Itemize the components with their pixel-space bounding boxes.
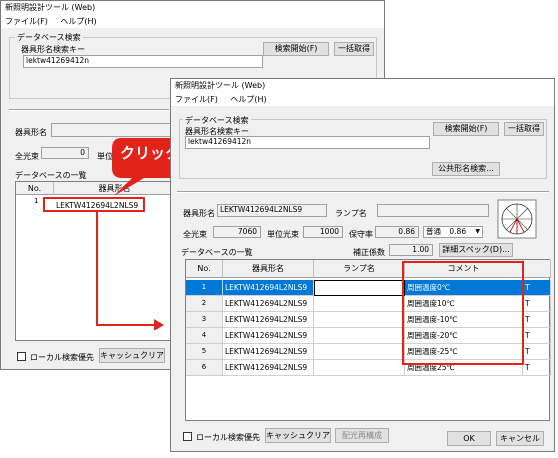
row-fixture-name[interactable]: LEKTW412694L2NLS9 <box>223 312 314 328</box>
front-col-name: 器具形名 <box>223 260 314 278</box>
row-fixture-name[interactable]: LEKTW412694L2NLS9 <box>223 344 314 360</box>
light-distribution-preview <box>497 199 537 239</box>
front-local-priority-label: ローカル検索優先 <box>196 433 260 442</box>
row-fixture-name[interactable]: LEKTW412694L2NLS9 <box>223 296 314 312</box>
front-maintenance-value: 0.86 <box>375 226 419 238</box>
front-batch-button[interactable]: 一括取得 <box>504 122 544 136</box>
front-light-distribution-button: 配光再構成 <box>335 428 389 443</box>
front-fixture-name-label: 器具形名 <box>183 209 215 218</box>
front-separator <box>177 191 549 193</box>
maintenance-mode-text: 普通 <box>426 227 441 236</box>
row-extra: T <box>523 296 551 312</box>
row-lamp-name[interactable] <box>314 328 405 344</box>
row-lamp-name[interactable] <box>314 280 405 296</box>
row-lamp-name[interactable] <box>314 360 405 376</box>
back-col-no: No. <box>16 182 54 195</box>
front-local-priority-checkbox[interactable] <box>183 432 192 441</box>
back-local-priority-checkbox[interactable] <box>17 352 26 361</box>
front-fixture-name-field: LEKTW412694L2NLS9 <box>217 204 327 217</box>
front-total-flux-label: 全光束 <box>183 230 207 239</box>
front-search-button[interactable]: 検索開始(F) <box>433 122 499 136</box>
front-maintenance-label: 保守率 <box>349 230 373 239</box>
front-detail-spec-button[interactable]: 詳細スペック(D)... <box>439 243 513 257</box>
front-window-title: 新照明設計ツール (Web) <box>171 79 554 93</box>
row-no: 4 <box>186 328 223 344</box>
front-window: 新照明設計ツール (Web) ファイル(F) ヘルプ(H) データベース検索 器… <box>170 78 555 452</box>
row-extra: T <box>523 280 551 296</box>
front-menubar: ファイル(F) ヘルプ(H) <box>171 93 554 106</box>
row-fixture-name[interactable]: LEKTW412694L2NLS9 <box>223 328 314 344</box>
front-list-label: データベースの一覧 <box>181 248 253 257</box>
back-cache-clear-button[interactable]: キャッシュクリア <box>99 348 165 363</box>
back-fixture-key-input[interactable]: lektw41269412n <box>23 55 263 68</box>
back-total-flux-label: 全光束 <box>15 152 39 161</box>
menu-help[interactable]: ヘルプ(H) <box>230 95 266 104</box>
menu-file[interactable]: ファイル(F) <box>5 17 48 26</box>
front-col-extra <box>523 260 551 278</box>
row-fixture-name[interactable]: LEKTW412694L2NLS9 <box>223 360 314 376</box>
row-extra: T <box>523 312 551 328</box>
row-no: 2 <box>186 296 223 312</box>
row-no: 1 <box>186 280 223 296</box>
back-menubar: ファイル(F) ヘルプ(H) <box>1 15 384 28</box>
row-no: 3 <box>186 312 223 328</box>
back-search-button[interactable]: 検索開始(F) <box>263 42 329 56</box>
back-total-flux-value: 0 <box>41 147 89 159</box>
front-maintenance-mode-select[interactable]: 普通 0.86 ▼ <box>423 226 483 238</box>
ok-button[interactable]: OK <box>447 431 491 446</box>
front-correction-label: 補正係数 <box>353 248 385 257</box>
comment-column-highlight <box>402 261 524 365</box>
row-lamp-name[interactable] <box>314 296 405 312</box>
back-separator <box>9 109 169 111</box>
front-unit-flux-label: 単位光束 <box>267 230 299 239</box>
back-db-search-label: データベース検索 <box>15 32 83 43</box>
front-total-flux-value: 7060 <box>213 226 261 238</box>
cancel-button[interactable]: キャンセル <box>496 431 544 446</box>
menu-help[interactable]: ヘルプ(H) <box>60 17 96 26</box>
back-fixture-key-label: 器具形名検索キー <box>21 45 85 54</box>
front-col-no: No. <box>186 260 223 278</box>
chevron-down-icon[interactable]: ▼ <box>475 227 480 237</box>
front-lamp-name-label: ランプ名 <box>335 209 367 218</box>
back-local-priority-label: ローカル検索優先 <box>30 353 94 362</box>
back-window-title: 新照明設計ツール (Web) <box>1 1 384 15</box>
back-fixture-name-label: 器具形名 <box>15 128 47 137</box>
arrow-head <box>154 319 164 330</box>
front-public-search-button[interactable]: 公共形名検索... <box>432 162 500 176</box>
front-unit-flux-value: 1000 <box>303 226 343 238</box>
arrow-line <box>96 210 156 326</box>
row-lamp-name[interactable] <box>314 344 405 360</box>
arrow-connector <box>96 210 164 330</box>
front-lamp-name-field <box>377 204 489 217</box>
front-fixture-key-input[interactable]: lektw41269412n <box>185 136 430 149</box>
row-no: 6 <box>186 360 223 376</box>
front-cache-clear-button[interactable]: キャッシュクリア <box>265 428 331 443</box>
row-fixture-name[interactable]: LEKTW412694L2NLS9 <box>223 280 314 296</box>
back-batch-button[interactable]: 一括取得 <box>334 42 374 56</box>
front-col-lamp: ランプ名 <box>314 260 405 278</box>
maintenance-mode-value: 0.86 <box>449 227 467 236</box>
row-lamp-name[interactable] <box>314 312 405 328</box>
menu-file[interactable]: ファイル(F) <box>175 95 218 104</box>
front-correction-value: 1.00 <box>389 244 433 256</box>
back-row-1-no: 1 <box>34 197 39 205</box>
row-extra: T <box>523 360 551 376</box>
row-extra: T <box>523 328 551 344</box>
row-extra: T <box>523 344 551 360</box>
row-no: 5 <box>186 344 223 360</box>
back-list-label: データベースの一覧 <box>15 171 87 180</box>
front-db-search-label: データベース検索 <box>183 115 251 126</box>
